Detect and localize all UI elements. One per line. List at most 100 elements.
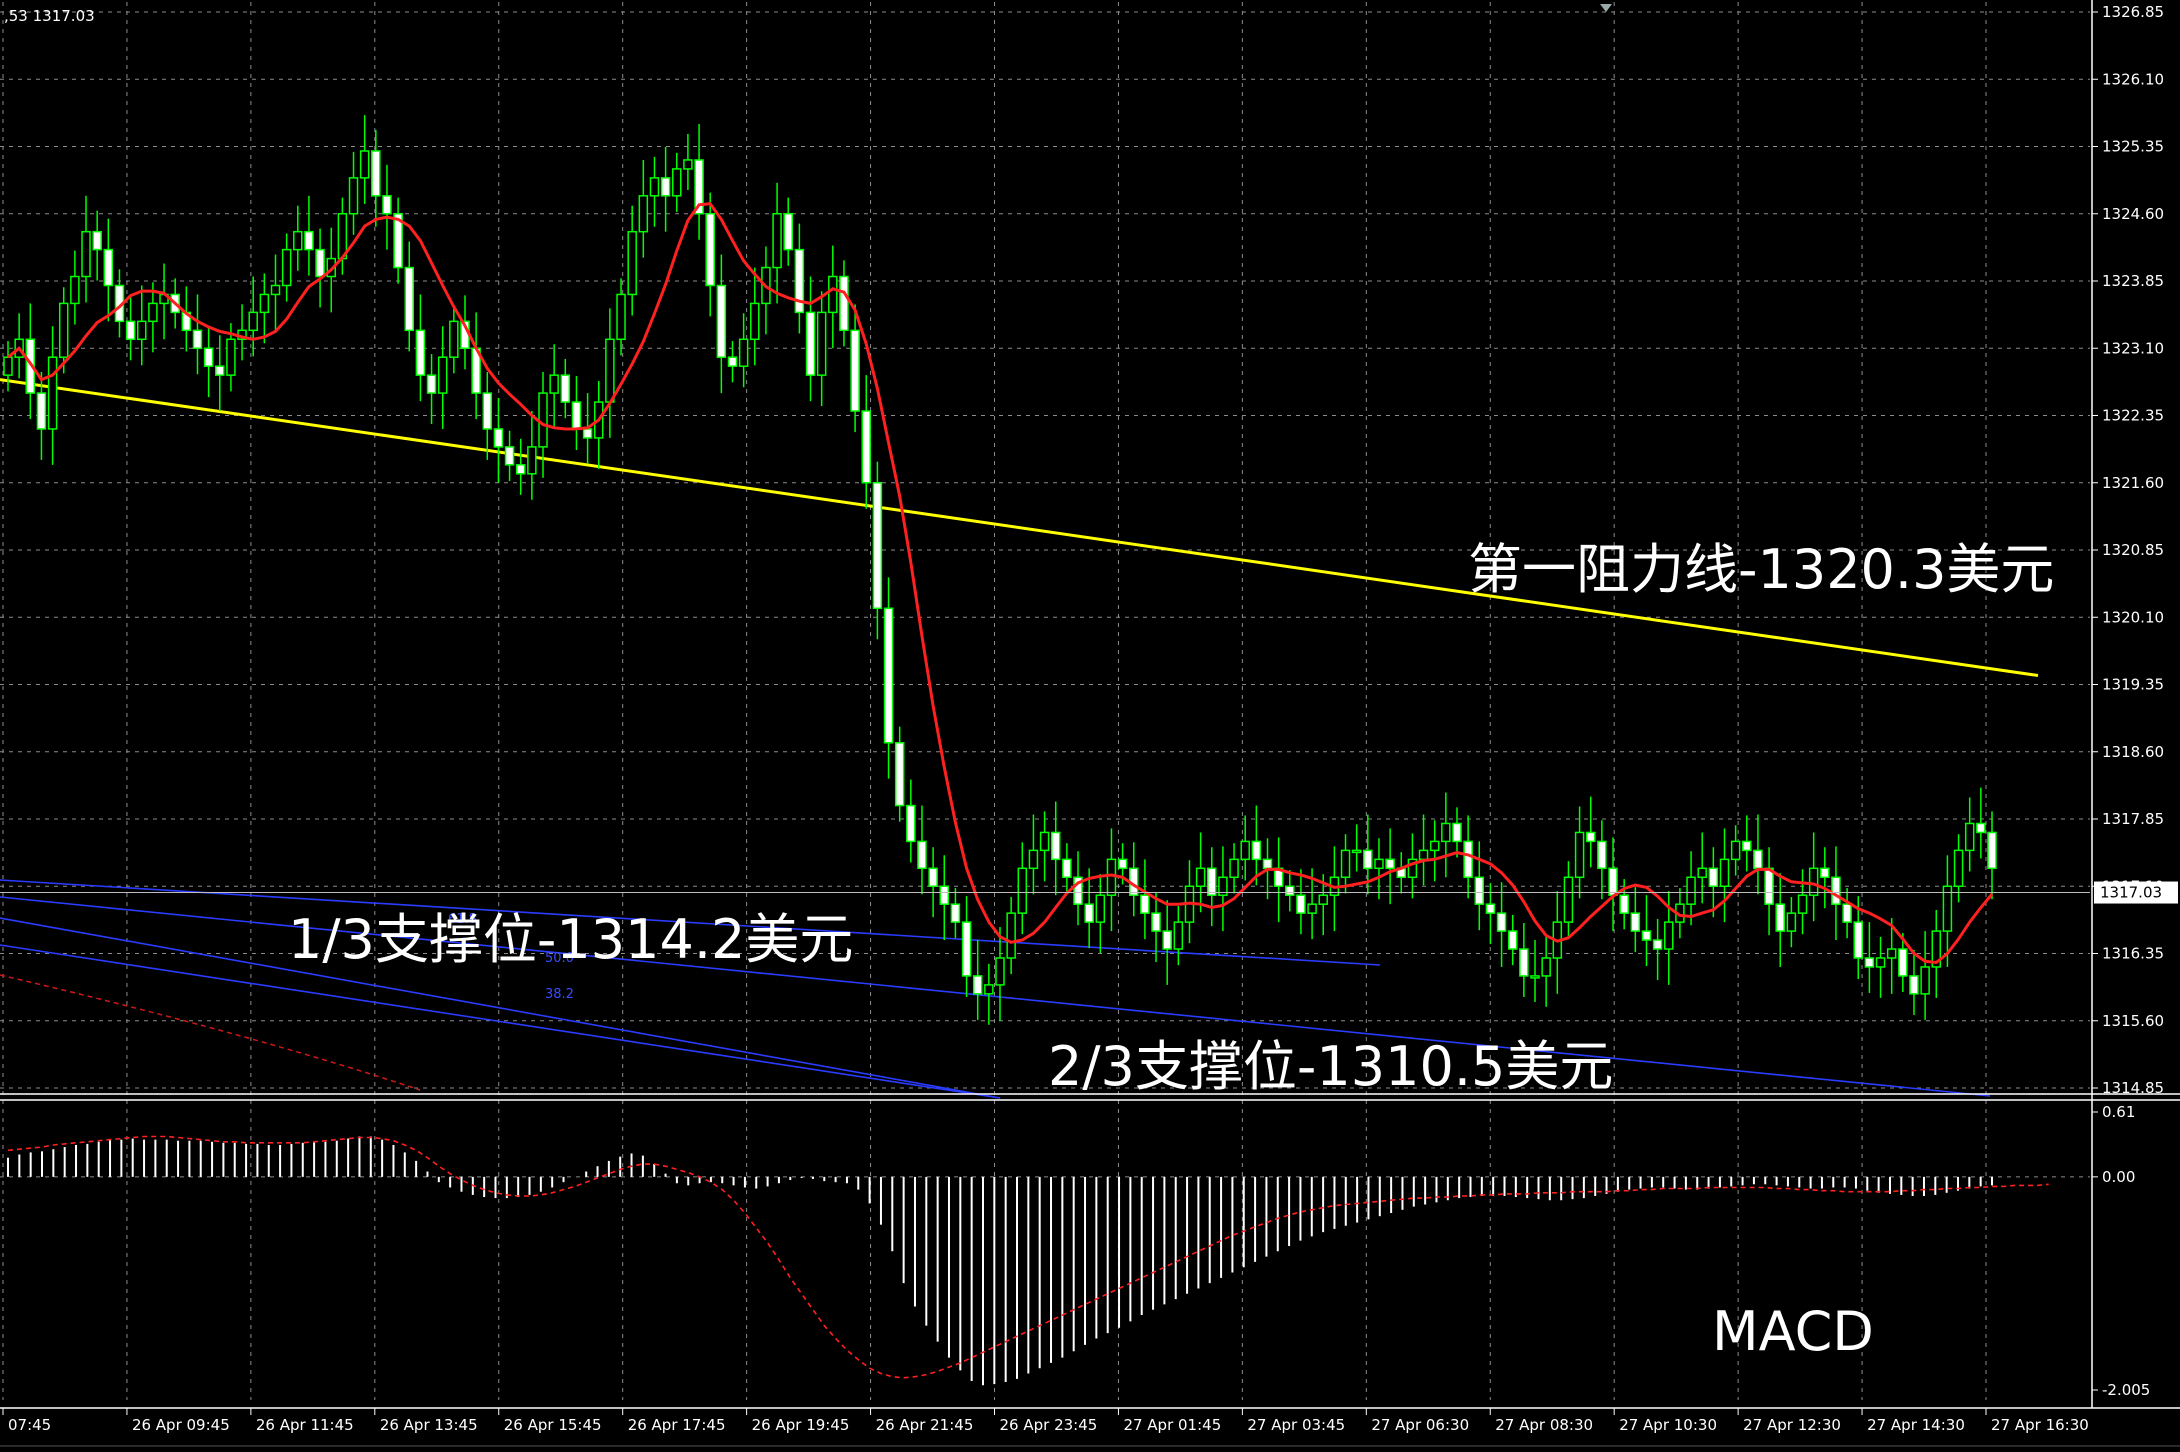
candle-body xyxy=(1095,894,1106,923)
candle-body xyxy=(1452,822,1462,843)
price-tick-label: 1319.35 xyxy=(2102,676,2164,694)
candle-body xyxy=(939,885,950,905)
candle-body xyxy=(1730,840,1741,861)
candle-body xyxy=(738,338,749,367)
candle-body xyxy=(1385,858,1395,870)
candle-body xyxy=(248,311,258,332)
candle-body xyxy=(1786,912,1797,932)
candle-body xyxy=(1920,966,1930,995)
candle-body xyxy=(582,428,593,439)
candle-body xyxy=(36,392,47,430)
candle-body xyxy=(1229,858,1239,879)
time-tick-label: 27 Apr 14:30 xyxy=(1867,1416,1965,1434)
candle-body xyxy=(47,356,58,430)
candle-body xyxy=(1964,822,1975,852)
candle-body xyxy=(1697,867,1707,879)
candle-body xyxy=(1853,921,1863,959)
price-tick-label: 1325.35 xyxy=(2102,138,2164,156)
candle-body xyxy=(1363,849,1373,870)
time-tick-label: 27 Apr 16:30 xyxy=(1991,1416,2089,1434)
candle-body xyxy=(1062,858,1072,879)
candle-body xyxy=(649,177,660,197)
candle-body xyxy=(1441,822,1451,843)
candle-body xyxy=(1507,930,1518,950)
candle-body xyxy=(894,742,905,807)
candle-body xyxy=(1285,885,1295,896)
candle-body xyxy=(1541,957,1551,977)
candle-body xyxy=(1140,894,1150,914)
time-tick-label: 26 Apr 09:45 xyxy=(132,1416,230,1434)
chart-canvas: 1326.85 1326.10 1325.35 1324.60 1323.85 1323.… xyxy=(0,0,2180,1452)
candle-body xyxy=(1820,867,1830,879)
candle-body xyxy=(928,867,938,887)
candle-body xyxy=(950,903,961,923)
candle-body xyxy=(1686,876,1696,905)
candle-body xyxy=(426,374,437,394)
candle-body xyxy=(750,302,760,341)
price-tick-label: 1320.10 xyxy=(2102,608,2164,626)
candle-body xyxy=(70,275,80,305)
price-tick-label: 1326.10 xyxy=(2102,70,2164,88)
candle-body xyxy=(1597,840,1607,870)
candle-body xyxy=(1652,939,1663,950)
candle-body xyxy=(1608,867,1618,896)
candle-body xyxy=(1039,831,1050,852)
candle-body xyxy=(1084,903,1094,923)
candle-body xyxy=(1485,903,1496,914)
candle-body xyxy=(1753,849,1763,870)
time-tick-label: 27 Apr 08:30 xyxy=(1495,1416,1593,1434)
candle-body xyxy=(1641,930,1652,941)
candle-body xyxy=(839,275,849,332)
candle-body xyxy=(828,275,838,314)
candle-body xyxy=(1162,930,1172,950)
candle-body xyxy=(1151,912,1161,932)
time-tick-label: 26 Apr 17:45 xyxy=(628,1416,726,1434)
candle-body xyxy=(805,311,816,376)
candle-body xyxy=(125,320,136,341)
candle-body xyxy=(961,921,972,977)
price-tick-label: 1322.35 xyxy=(2102,407,2164,425)
candle-body xyxy=(995,957,1005,986)
candle-body xyxy=(1909,975,1919,995)
candle-body xyxy=(716,284,727,358)
candle-body xyxy=(1006,912,1016,959)
candle-body xyxy=(415,329,426,376)
candle-body xyxy=(1953,849,1964,888)
candle-body xyxy=(3,356,13,376)
candle-body xyxy=(304,230,314,251)
macd-tick-label: -2.005 xyxy=(2102,1381,2150,1399)
candle-body xyxy=(1496,912,1507,932)
candle-body xyxy=(1474,876,1485,905)
candle-body xyxy=(816,311,827,376)
candle-body xyxy=(137,320,147,341)
candle-body xyxy=(270,284,281,296)
price-tick-label: 1318.60 xyxy=(2102,743,2164,761)
time-tick-label: 27 Apr 01:45 xyxy=(1123,1416,1221,1434)
candle-body xyxy=(1886,948,1897,959)
candle-body xyxy=(906,804,916,843)
macd-label: MACD xyxy=(1712,1300,1874,1363)
current-price-label: 1317.03 xyxy=(2100,884,2162,902)
time-tick-label: 27 Apr 06:30 xyxy=(1371,1416,1469,1434)
candle-body xyxy=(1764,867,1774,905)
candle-body xyxy=(437,356,448,394)
candle-body xyxy=(404,266,415,332)
candle-body xyxy=(1742,840,1752,852)
candle-body xyxy=(1530,975,1540,979)
price-tick-label: 1326.85 xyxy=(2102,3,2164,21)
candle-body xyxy=(861,410,871,484)
candle-body xyxy=(192,329,203,350)
candle-body xyxy=(616,293,626,341)
chart-background xyxy=(0,0,2180,1452)
time-tick-label: 26 Apr 13:45 xyxy=(380,1416,478,1434)
candle-body xyxy=(1842,903,1852,923)
candle-body xyxy=(1050,831,1061,861)
candle-body xyxy=(1251,840,1262,861)
candle-body xyxy=(672,168,682,197)
candle-body xyxy=(359,150,370,179)
candle-body xyxy=(515,464,526,475)
candle-body xyxy=(1207,867,1217,896)
candle-body xyxy=(1775,903,1785,932)
candle-body xyxy=(81,230,91,278)
price-tick-label: 1321.60 xyxy=(2102,474,2164,492)
